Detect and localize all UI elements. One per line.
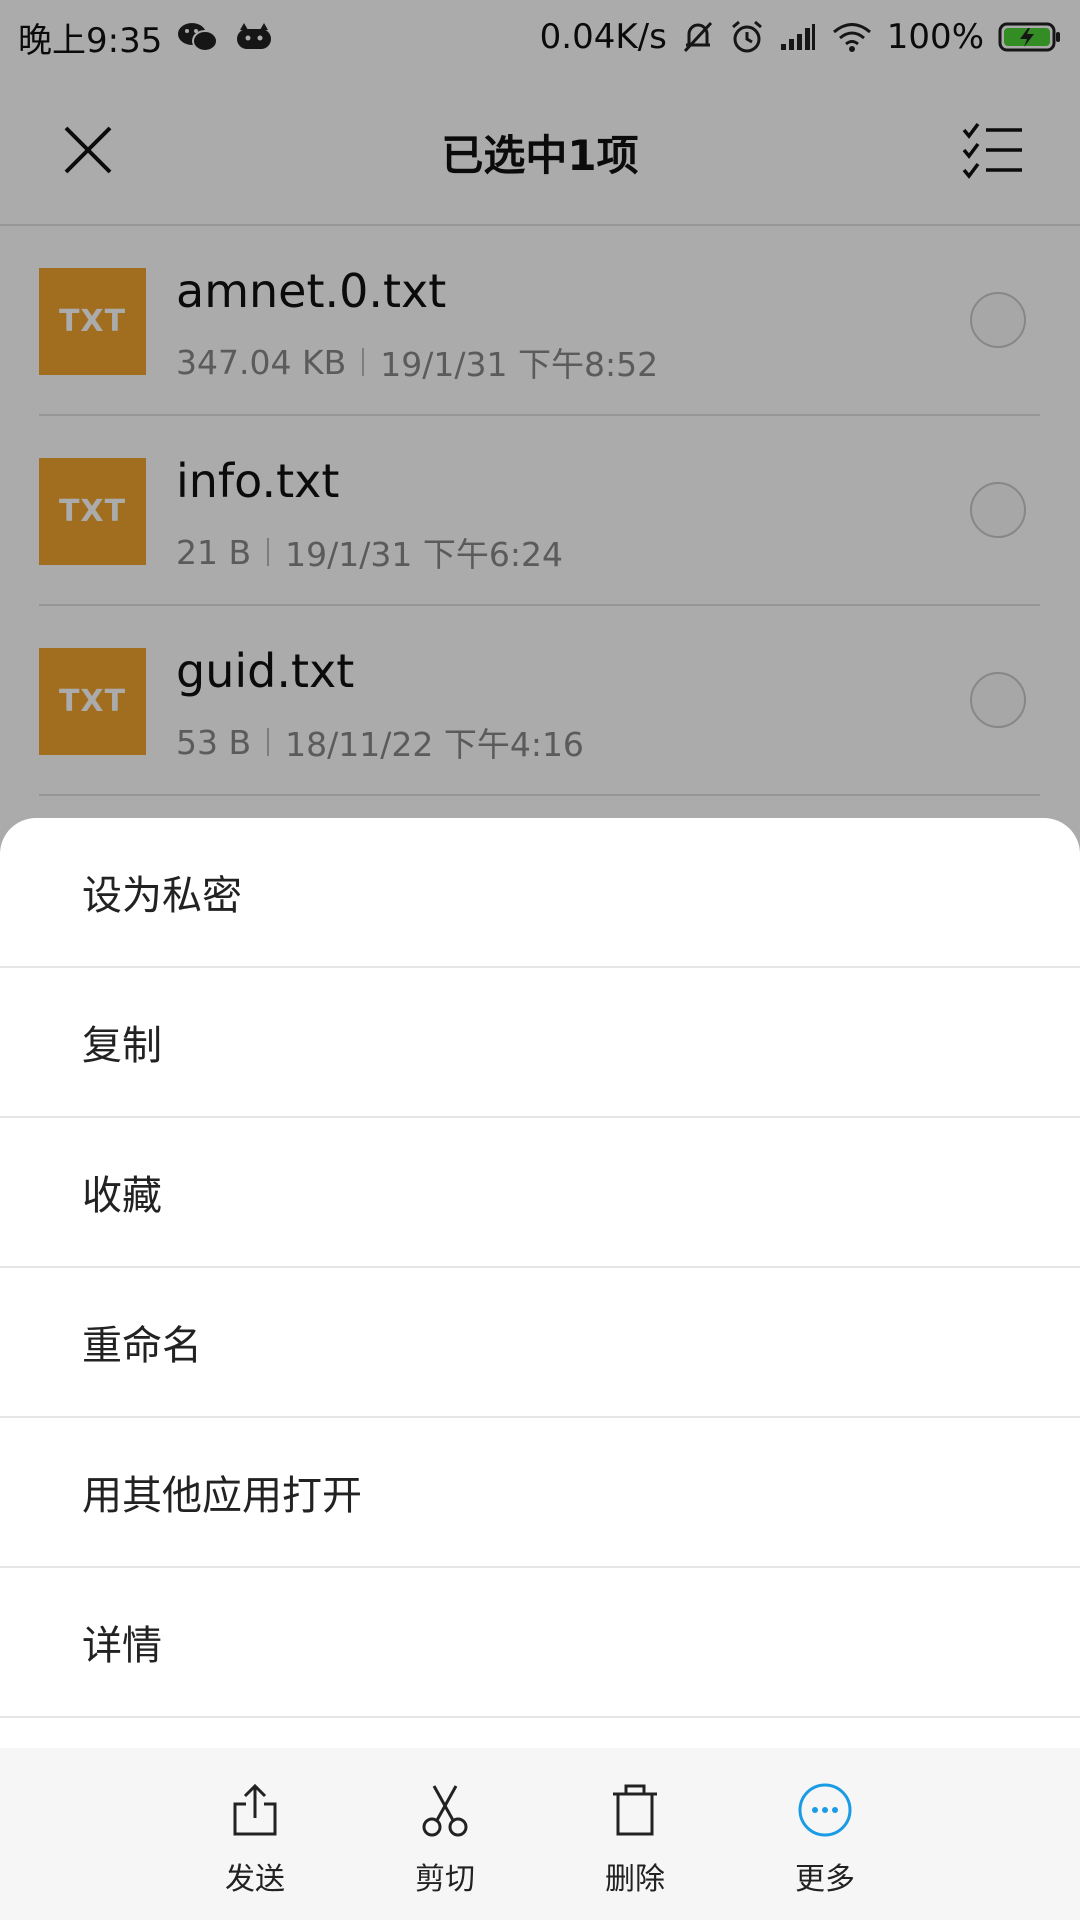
- menu-item-details[interactable]: 详情: [0, 1568, 1080, 1718]
- more-button[interactable]: 更多: [760, 1778, 890, 1898]
- share-icon: [233, 1783, 277, 1836]
- menu-item-set-private[interactable]: 设为私密: [0, 818, 1080, 968]
- scissors-icon: [422, 1785, 468, 1837]
- menu-item-copy[interactable]: 复制: [0, 968, 1080, 1118]
- cut-button[interactable]: 剪切: [380, 1778, 510, 1898]
- menu-item-rename[interactable]: 重命名: [0, 1268, 1080, 1418]
- send-label: 发送: [225, 1862, 285, 1897]
- bottom-action-bar: 发送 剪切 删除 更多: [0, 1748, 1080, 1920]
- delete-label: 删除: [605, 1862, 665, 1897]
- cut-label: 剪切: [415, 1862, 475, 1897]
- menu-item-open-with[interactable]: 用其他应用打开: [0, 1418, 1080, 1568]
- send-button[interactable]: 发送: [190, 1778, 320, 1898]
- delete-button[interactable]: 删除: [570, 1778, 700, 1898]
- more-icon: [798, 1783, 852, 1837]
- more-label: 更多: [795, 1862, 855, 1897]
- more-options-sheet: 设为私密 复制 收藏 重命名 用其他应用打开 详情: [0, 818, 1080, 1748]
- trash-icon: [613, 1784, 657, 1836]
- menu-item-favorite[interactable]: 收藏: [0, 1118, 1080, 1268]
